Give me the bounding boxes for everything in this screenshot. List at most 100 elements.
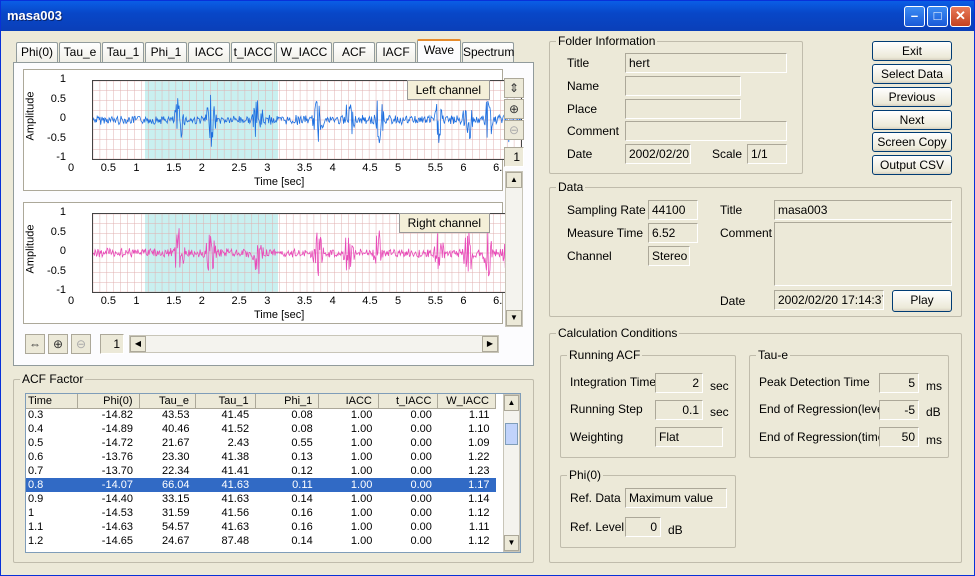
table-row[interactable]: 0.3 -14.82 43.53 41.45 0.08 1.00 0.00 1.11 — [26, 408, 496, 422]
vertical-scrollbar[interactable]: ▲ ▼ — [505, 171, 523, 327]
zoom-in-horizontal-button[interactable]: ⊕ — [48, 334, 68, 354]
column-header[interactable]: Phi(0) — [77, 394, 140, 409]
previous-button[interactable]: Previous — [872, 87, 952, 107]
tab-spectrum[interactable]: Spectrum — [462, 42, 514, 62]
table-cell: 87.48 — [221, 535, 250, 547]
tab-tau-e[interactable]: Tau_e — [59, 42, 101, 62]
acf-table[interactable]: Time Phi(0) Tau_e Tau_1 Phi_1 IACC t_IACC W_IAC… — [26, 394, 496, 548]
table-row[interactable]: 0.9 -14.40 33.15 41.63 0.14 1.00 0.00 1.14 — [26, 492, 496, 506]
zoom-out-vertical-button[interactable]: ⊖ — [504, 120, 524, 140]
data-group-title: Data — [556, 180, 586, 194]
fit-vertical-button[interactable]: ⇕ — [504, 78, 524, 98]
right-channel-label: Right channel — [398, 213, 490, 233]
right-channel-plot[interactable]: Amplitude 1 0.5 0 -0.5 -1 0 0.5 1 1.5 2 2.5 3 3.5 4 4… — [23, 202, 522, 324]
scroll-left-button[interactable]: ◀ — [130, 336, 146, 352]
scroll-down-button[interactable]: ▼ — [506, 310, 522, 326]
column-header[interactable]: IACC — [318, 394, 379, 409]
column-header[interactable]: Time — [26, 394, 78, 409]
table-cell: 1.00 — [350, 507, 373, 519]
tab-phi-1[interactable]: Phi_1 — [145, 42, 187, 62]
column-header[interactable]: Tau_e — [139, 394, 196, 409]
y-tick-label: -0.5 — [47, 264, 66, 277]
acf-table-container[interactable]: Time Phi(0) Tau_e Tau_1 Phi_1 IACC t_IACC W_IAC… — [25, 393, 521, 553]
output-csv-button[interactable]: Output CSV — [872, 155, 952, 175]
column-header[interactable]: Tau_1 — [195, 394, 256, 409]
zoom-in-icon: ⊕ — [52, 337, 64, 351]
calculation-conditions-title: Calculation Conditions — [556, 326, 680, 340]
table-row[interactable]: 0.8 -14.07 66.04 41.63 0.11 1.00 0.00 1.17 — [26, 478, 496, 492]
x-tick-label: 4.5 — [362, 162, 378, 174]
zoom-out-icon: ⊖ — [75, 337, 87, 351]
maximize-button[interactable]: □ — [927, 6, 948, 27]
acf-scroll-down-button[interactable]: ▼ — [504, 535, 519, 551]
table-cell: -14.89 — [101, 423, 133, 435]
column-header[interactable]: W_IACC — [437, 394, 496, 409]
sampling-rate-label: Sampling Rate — [567, 203, 646, 217]
column-header[interactable]: t_IACC — [378, 394, 439, 409]
x-axis-label: Time [sec] — [254, 309, 305, 321]
scroll-right-button[interactable]: ▶ — [482, 336, 498, 352]
table-row[interactable]: 0.5 -14.72 21.67 2.43 0.55 1.00 0.00 1.09 — [26, 436, 496, 450]
table-row[interactable]: 0.4 -14.89 40.46 41.52 0.08 1.00 0.00 1.10 — [26, 422, 496, 436]
left-channel-plot[interactable]: Amplitude 1 0.5 0 -0.5 -1 0 0.5 1 1.5 2 2.5 3 3.5 4 4… — [23, 69, 522, 191]
next-button[interactable]: Next — [872, 110, 952, 130]
y-tick-label: 0.5 — [50, 225, 66, 238]
measure-time-label: Measure Time — [567, 226, 644, 240]
column-header[interactable]: Phi_1 — [255, 394, 320, 409]
tab-wave[interactable]: Wave — [417, 39, 461, 63]
tab-phi-0-[interactable]: Phi(0) — [16, 42, 58, 62]
table-cell: 2.43 — [227, 437, 250, 449]
table-cell: 0.13 — [291, 451, 313, 463]
table-cell: 41.41 — [221, 465, 250, 477]
tab-iacf[interactable]: IACF — [376, 42, 416, 62]
horizontal-page-field[interactable]: 1 — [100, 334, 124, 354]
table-cell: 41.52 — [221, 423, 250, 435]
tab-acf[interactable]: ACF — [333, 42, 375, 62]
table-cell: -14.65 — [101, 535, 133, 547]
table-cell: 1.2 — [28, 535, 44, 547]
table-row[interactable]: 1.2 -14.65 24.67 87.48 0.14 1.00 0.00 1.12 — [26, 534, 496, 548]
table-cell: 33.15 — [161, 493, 190, 505]
scroll-up-button[interactable]: ▲ — [506, 172, 522, 188]
acf-table-scrollbar[interactable]: ▲ ▼ — [503, 394, 520, 552]
acf-scroll-thumb[interactable] — [505, 423, 518, 445]
folder-place-field — [625, 99, 741, 119]
tab-t-iacc[interactable]: t_IACC — [231, 42, 275, 62]
table-cell: 41.63 — [195, 478, 256, 492]
regression-level-unit: dB — [926, 405, 941, 419]
table-cell: 0.16 — [291, 507, 313, 519]
tab-w-iacc[interactable]: W_IACC — [276, 42, 332, 62]
tab-iacc[interactable]: IACC — [188, 42, 230, 62]
fit-horizontal-button[interactable]: ⇔ — [25, 334, 45, 354]
table-row[interactable]: 1 -14.53 31.59 41.56 0.16 1.00 0.00 1.12 — [26, 506, 496, 520]
tab-tau-1[interactable]: Tau_1 — [102, 42, 144, 62]
arrow-down-icon: ▼ — [510, 313, 518, 322]
tau-e-title: Tau-e — [756, 348, 791, 362]
vertical-page-field[interactable]: 1 — [504, 147, 524, 167]
x-tick-label: 6. — [493, 162, 503, 174]
screen-copy-button[interactable]: Screen Copy — [872, 132, 952, 152]
x-tick-label: 0.5 — [100, 295, 116, 307]
table-cell: 1.00 — [350, 493, 373, 505]
exit-button[interactable]: Exit — [872, 41, 952, 61]
zoom-in-vertical-button[interactable]: ⊕ — [504, 99, 524, 119]
close-button[interactable]: ✕ — [950, 6, 971, 27]
peak-detection-label: Peak Detection Time — [759, 375, 870, 389]
x-tick-label: 3.5 — [296, 295, 313, 307]
table-cell: 0.00 — [410, 423, 432, 435]
acf-scroll-up-button[interactable]: ▲ — [504, 395, 519, 411]
table-row[interactable]: 1.1 -14.63 54.57 41.63 0.16 1.00 0.00 1.11 — [26, 520, 496, 534]
x-tick-label: 2.5 — [231, 162, 247, 174]
table-row[interactable]: 0.7 -13.70 22.34 41.41 0.12 1.00 0.00 1.23 — [26, 464, 496, 478]
table-row[interactable]: 0.6 -13.76 23.30 41.38 0.13 1.00 0.00 1.22 — [26, 450, 496, 464]
play-button[interactable]: Play — [892, 290, 952, 312]
zoom-out-horizontal-button[interactable]: ⊖ — [71, 334, 91, 354]
fit-vertical-icon: ⇕ — [508, 81, 520, 95]
table-cell: 31.59 — [161, 507, 190, 519]
arrow-up-icon: ▲ — [507, 398, 516, 407]
table-cell: 1.22 — [468, 451, 490, 463]
folder-date-field: 2002/02/20 — [625, 144, 691, 164]
select-data-button[interactable]: Select Data — [872, 64, 952, 84]
horizontal-scrollbar[interactable]: ◀ ▶ — [129, 335, 499, 353]
minimize-button[interactable]: – — [904, 6, 925, 27]
